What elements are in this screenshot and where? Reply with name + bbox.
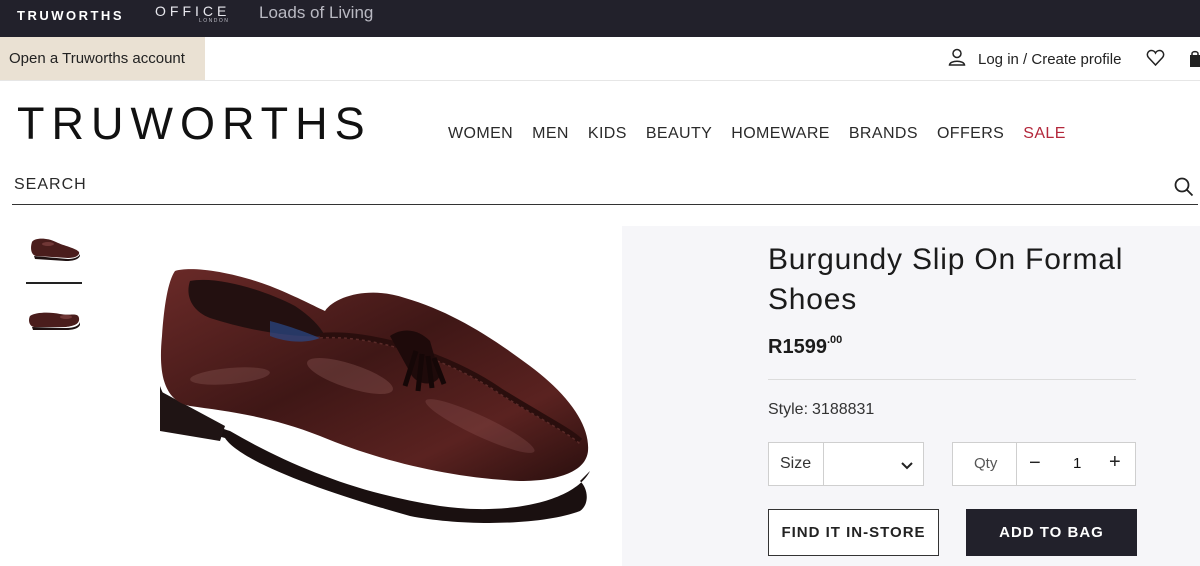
product-title: Burgundy Slip On Formal Shoes bbox=[768, 243, 1124, 316]
wishlist-heart-icon[interactable] bbox=[1146, 49, 1165, 72]
open-account-link[interactable]: Open a Truworths account bbox=[0, 37, 205, 80]
qty-increase-button[interactable]: + bbox=[1109, 451, 1121, 474]
nav-sale[interactable]: SALE bbox=[1023, 125, 1066, 143]
qty-label: Qty bbox=[953, 443, 1017, 485]
thumbnail-column-bg bbox=[0, 226, 120, 566]
truworths-logo[interactable]: TRUWORTHS bbox=[17, 99, 372, 149]
burgundy-loafer-image bbox=[160, 269, 590, 523]
main-nav: WOMEN MEN KIDS BEAUTY HOMEWARE BRANDS OF… bbox=[448, 125, 1085, 143]
product-style: Style: 3188831 bbox=[768, 401, 874, 419]
brand-bar: TRUWORTHS OFFICE LONDON Loads of Living bbox=[0, 0, 1200, 37]
qty-decrease-button[interactable]: − bbox=[1029, 452, 1041, 475]
quantity-stepper: Qty − 1 + bbox=[952, 442, 1136, 486]
qty-value[interactable]: 1 bbox=[1073, 455, 1081, 472]
thumbnail-shoe-2[interactable] bbox=[26, 300, 82, 338]
loads-of-living-link[interactable]: Loads of Living bbox=[259, 3, 373, 23]
nav-men[interactable]: MEN bbox=[532, 125, 569, 143]
price-cents: .00 bbox=[826, 334, 843, 346]
truworths-brand-link[interactable]: TRUWORTHS bbox=[17, 8, 124, 23]
account-bar: Open a Truworths account Log in / Create… bbox=[0, 37, 1200, 81]
login-label: Log in / Create profile bbox=[978, 50, 1122, 68]
login-link[interactable]: Log in / Create profile bbox=[948, 48, 1122, 71]
product-price: R1599.00 bbox=[768, 334, 843, 359]
nav-homeware[interactable]: HOMEWARE bbox=[731, 125, 830, 143]
divider bbox=[768, 379, 1136, 380]
add-to-bag-button[interactable]: ADD TO BAG bbox=[966, 509, 1137, 556]
price-main: R1599 bbox=[768, 336, 827, 358]
nav-brands[interactable]: BRANDS bbox=[849, 125, 918, 143]
user-icon bbox=[948, 48, 966, 71]
style-label: Style: bbox=[768, 401, 809, 418]
size-label: Size bbox=[769, 443, 824, 485]
active-thumbnail-indicator bbox=[26, 282, 82, 284]
size-select[interactable]: Size bbox=[768, 442, 924, 486]
nav-offers[interactable]: OFFERS bbox=[937, 125, 1004, 143]
product-main-image[interactable] bbox=[120, 226, 622, 566]
nav-beauty[interactable]: BEAUTY bbox=[646, 125, 712, 143]
office-brand-link[interactable]: OFFICE bbox=[155, 3, 230, 19]
search-icon[interactable] bbox=[1174, 177, 1194, 202]
shopping-bag-icon[interactable] bbox=[1189, 50, 1200, 73]
nav-kids[interactable]: KIDS bbox=[588, 125, 627, 143]
nav-women[interactable]: WOMEN bbox=[448, 125, 513, 143]
thumbnail-shoe-1[interactable] bbox=[26, 228, 82, 266]
search-input[interactable]: SEARCH bbox=[14, 176, 87, 194]
office-brand-sub: LONDON bbox=[199, 18, 230, 24]
chevron-down-icon bbox=[901, 458, 913, 476]
style-value: 3188831 bbox=[812, 401, 875, 418]
search-bar[interactable]: SEARCH bbox=[12, 170, 1198, 205]
find-in-store-button[interactable]: FIND IT IN-STORE bbox=[768, 509, 939, 556]
